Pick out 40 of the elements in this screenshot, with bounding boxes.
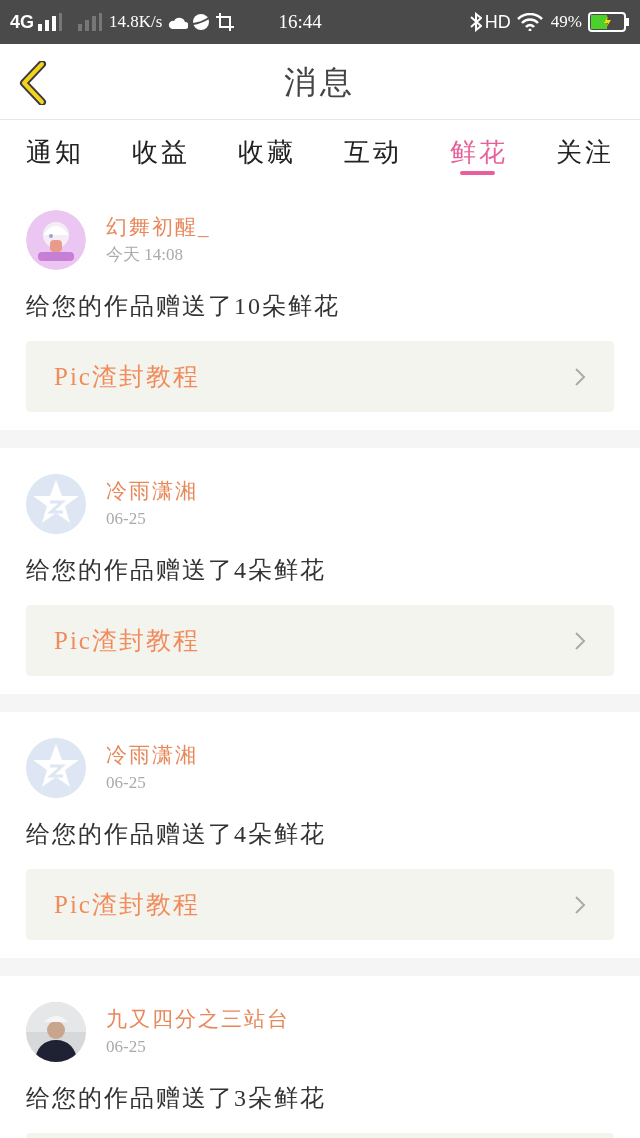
chevron-right-icon [574,630,586,651]
battery-percent: 49% [550,11,582,34]
message-time: 今天 14:08 [106,244,184,266]
message-text: 给您的作品赠送了4朵鲜花 [26,555,326,585]
message-time: 06-25 [106,772,147,794]
message-time: 06-25 [106,1036,147,1058]
network-label: 4G [10,10,34,34]
tab[interactable]: 收藏 [238,120,296,184]
network-speed: 14.8K/s [109,11,163,34]
default-avatar-icon [26,474,86,534]
tab[interactable]: 关注 [556,120,614,184]
message-text: 给您的作品赠送了4朵鲜花 [26,819,326,849]
default-avatar-icon [26,738,86,798]
message-text: 给您的作品赠送了3朵鲜花 [26,1083,326,1113]
work-link[interactable]: Pic渣封教程 [26,869,614,940]
hd-label: HD [484,10,511,34]
work-link[interactable]: Pic渣封教程 [26,605,614,676]
back-icon[interactable] [18,61,48,105]
clock: 16:44 [278,9,322,34]
battery-icon [588,12,630,32]
planet-icon [192,13,211,31]
tab[interactable]: 收益 [132,120,190,184]
crop-icon [216,13,235,31]
tab[interactable]: 鲜花 [450,120,508,184]
user-name[interactable]: 冷雨潇湘 [106,476,198,506]
tab[interactable]: 通知 [26,120,84,184]
chevron-right-icon [574,366,586,387]
message-time: 06-25 [106,508,147,530]
page-title: 消息 [284,62,356,102]
signal-icon [37,13,63,31]
signal-icon [77,13,103,31]
work-link[interactable]: Pic渣封教程 [26,341,614,412]
user-name[interactable]: 幻舞初醒_ [106,212,211,242]
bluetooth-icon [469,12,482,32]
tab[interactable]: 互动 [344,120,402,184]
chevron-right-icon [574,894,586,915]
wifi-icon [516,13,543,31]
user-name[interactable]: 冷雨潇湘 [106,740,198,770]
user-name[interactable]: 九又四分之三站台 [106,1004,290,1034]
message-text: 给您的作品赠送了10朵鲜花 [26,291,340,321]
